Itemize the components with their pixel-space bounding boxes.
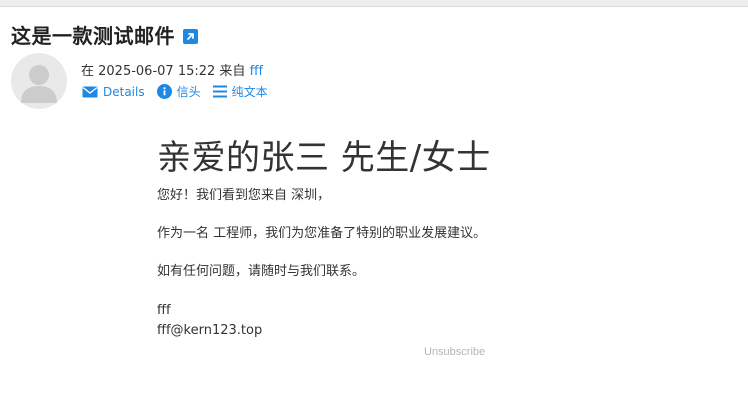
info-icon: [156, 84, 172, 99]
plain-text-button[interactable]: 纯文本: [212, 83, 268, 100]
headers-button[interactable]: 信头: [156, 83, 201, 100]
email-actions: Details 信头 纯文本: [82, 83, 268, 100]
details-label: Details: [103, 84, 145, 99]
signature-email: fff@kern123.top: [157, 323, 263, 338]
unsubscribe-link[interactable]: Unsubscribe: [424, 346, 485, 358]
details-button[interactable]: Details: [82, 85, 145, 99]
body-line-1: 您好！我们看到您来自 深圳，: [157, 188, 331, 203]
open-external-icon[interactable]: [183, 28, 198, 44]
email-meta: 在 2025-06-07 15:22 来自 fff: [81, 60, 263, 79]
signature: fff fff@kern123.top: [157, 301, 637, 341]
signature-name: fff: [157, 303, 171, 318]
greeting-heading: 亲爱的张三 先生/女士: [157, 138, 491, 178]
sender-link[interactable]: fff: [250, 64, 264, 79]
subject-row: 这是一款测试邮件: [11, 20, 198, 49]
email-body: 亲爱的张三 先生/女士 您好！我们看到您来自 深圳， 作为一名 工程师，我们为您…: [157, 130, 637, 341]
plain-text-label: 纯文本: [231, 85, 268, 99]
envelope-icon: [82, 86, 98, 97]
top-divider: [0, 0, 748, 7]
body-line-2: 作为一名 工程师，我们为您准备了特别的职业发展建议。: [157, 226, 487, 241]
sender-avatar: [11, 53, 67, 109]
email-subject: 这是一款测试邮件: [11, 24, 175, 48]
date-from-text: 在 2025-06-07 15:22 来自: [81, 64, 246, 79]
headers-label: 信头: [176, 85, 201, 99]
list-icon: [212, 85, 227, 98]
person-icon: [21, 65, 57, 103]
body-line-3: 如有任何问题，请随时与我们联系。: [157, 264, 366, 279]
